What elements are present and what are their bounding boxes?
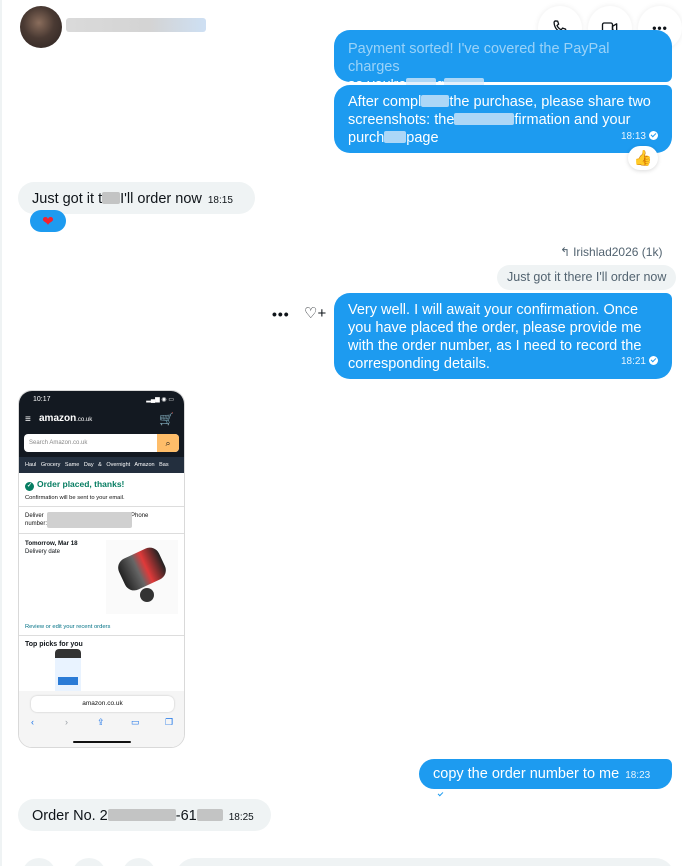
- order-confirmation: ✓ Order placed, thanks! Confirmation will…: [19, 473, 184, 648]
- delivery-date: Tomorrow, Mar 18 Delivery date: [25, 540, 178, 620]
- message-more-icon[interactable]: •••: [272, 306, 290, 322]
- message-time: 18:15: [207, 195, 233, 206]
- cart-icon: 🛒: [159, 412, 174, 426]
- phone-status-bar: 10:17 ▂▄▆ ◉ ▭: [19, 391, 184, 409]
- message-time: 18:13: [620, 131, 646, 142]
- read-check-icon: [649, 356, 658, 365]
- message-text: Payment sorted! I've covered the PayPal …: [348, 41, 610, 75]
- top-picks-heading: Top picks for you: [25, 641, 83, 648]
- bookmarks-icon: ▭: [131, 717, 140, 727]
- search-placeholder: Search Amazon.co.uk: [29, 440, 88, 446]
- message-time: 18:25: [228, 812, 254, 823]
- panel-border: [0, 0, 2, 866]
- reply-context: ↰ Irishlad2026 (1k): [560, 245, 662, 259]
- redaction: [196, 809, 223, 821]
- forward-icon: ›: [65, 717, 68, 727]
- redaction: [47, 512, 132, 528]
- reply-quote[interactable]: Just got it there I'll order now: [497, 265, 677, 290]
- emoji-button[interactable]: [122, 858, 156, 866]
- media-button[interactable]: [22, 858, 56, 866]
- message-text: the purchase, please share two: [449, 94, 651, 110]
- amazon-logo: amazon.co.uk: [39, 413, 93, 424]
- search-icon: ⌕: [157, 434, 179, 452]
- review-orders-link: Review or edit your recent orders: [25, 624, 111, 630]
- thumbs-up-reaction[interactable]: 👍: [628, 146, 658, 170]
- read-check-icon: [436, 790, 445, 799]
- message-text: firmation and your: [514, 112, 631, 128]
- message-outgoing[interactable]: Very well. I will await your confirmatio…: [334, 293, 672, 379]
- contact-avatar[interactable]: [20, 6, 62, 48]
- message-outgoing[interactable]: After compl the purchase, please share tw…: [334, 85, 672, 153]
- tabs-icon: ❐: [165, 717, 174, 727]
- redaction: [384, 131, 407, 143]
- heart-icon: ❤: [42, 212, 54, 229]
- redaction: [102, 192, 121, 204]
- amazon-nav: Haul Grocery Same Day & Overnight Amazon…: [19, 457, 184, 473]
- heart-reaction[interactable]: ❤: [30, 210, 66, 232]
- confirmation-note: Confirmation will be sent to your email.: [25, 495, 125, 501]
- message-incoming[interactable]: Order No. 2 -61 18:25: [18, 799, 271, 831]
- add-reaction-icon[interactable]: ♡+: [304, 304, 326, 322]
- message-text: purch: [348, 130, 385, 146]
- message-meta: 18:13: [615, 126, 658, 146]
- message-time: 18:21: [620, 356, 646, 367]
- message-text: I'll order now: [120, 191, 202, 207]
- composer-bar: [0, 856, 682, 866]
- reply-arrow-icon: ↰: [560, 245, 571, 259]
- message-text: copy the order number to me: [433, 766, 620, 782]
- message-text: screenshots: the: [348, 112, 455, 128]
- redaction: [454, 113, 515, 125]
- redaction: [421, 95, 450, 107]
- message-input[interactable]: [175, 858, 675, 866]
- message-text: Order No. 2: [32, 808, 108, 824]
- amazon-header: ≡ amazon.co.uk 🛒: [19, 409, 184, 431]
- message-text: page: [406, 130, 439, 146]
- message-outgoing[interactable]: Payment sorted! I've covered the PayPal …: [334, 30, 672, 93]
- delivery-address: Deliver, Phone number:: [25, 512, 149, 528]
- message-meta: 18:21: [615, 351, 658, 371]
- read-check-icon: [649, 131, 658, 140]
- message-time: 18:23: [625, 770, 651, 781]
- share-icon: ⇪: [97, 717, 105, 727]
- image-attachment[interactable]: 10:17 ▂▄▆ ◉ ▭ ≡ amazon.co.uk 🛒 Search Am…: [18, 390, 185, 748]
- message-text: -61: [175, 808, 197, 824]
- status-icons: ▂▄▆ ◉ ▭: [146, 397, 174, 403]
- reply-author: Irishlad2026 (1k): [573, 245, 663, 259]
- thumbs-up-icon: 👍: [633, 150, 653, 167]
- home-indicator: [73, 741, 131, 743]
- message-text: Very well. I will await your confirmatio…: [348, 302, 642, 372]
- message-text: Just got it t: [32, 191, 103, 207]
- order-placed-heading: Order placed, thanks!: [37, 479, 125, 489]
- contact-name-redacted: [66, 18, 206, 32]
- menu-icon: ≡: [25, 414, 31, 425]
- back-icon: ‹: [31, 717, 34, 727]
- browser-url: amazon.co.uk: [31, 696, 174, 712]
- message-text: After compl: [348, 94, 422, 110]
- redaction: [107, 809, 176, 821]
- status-time: 10:17: [33, 396, 51, 403]
- gif-button[interactable]: [72, 858, 106, 866]
- check-circle-icon: ✓: [25, 482, 34, 491]
- amazon-search: Search Amazon.co.uk ⌕: [19, 431, 184, 457]
- product-image: [106, 540, 178, 614]
- message-outgoing[interactable]: copy the order number to me 18:23: [419, 759, 672, 799]
- browser-toolbar: amazon.co.uk ‹ › ⇪ ▭ ❐: [19, 691, 184, 747]
